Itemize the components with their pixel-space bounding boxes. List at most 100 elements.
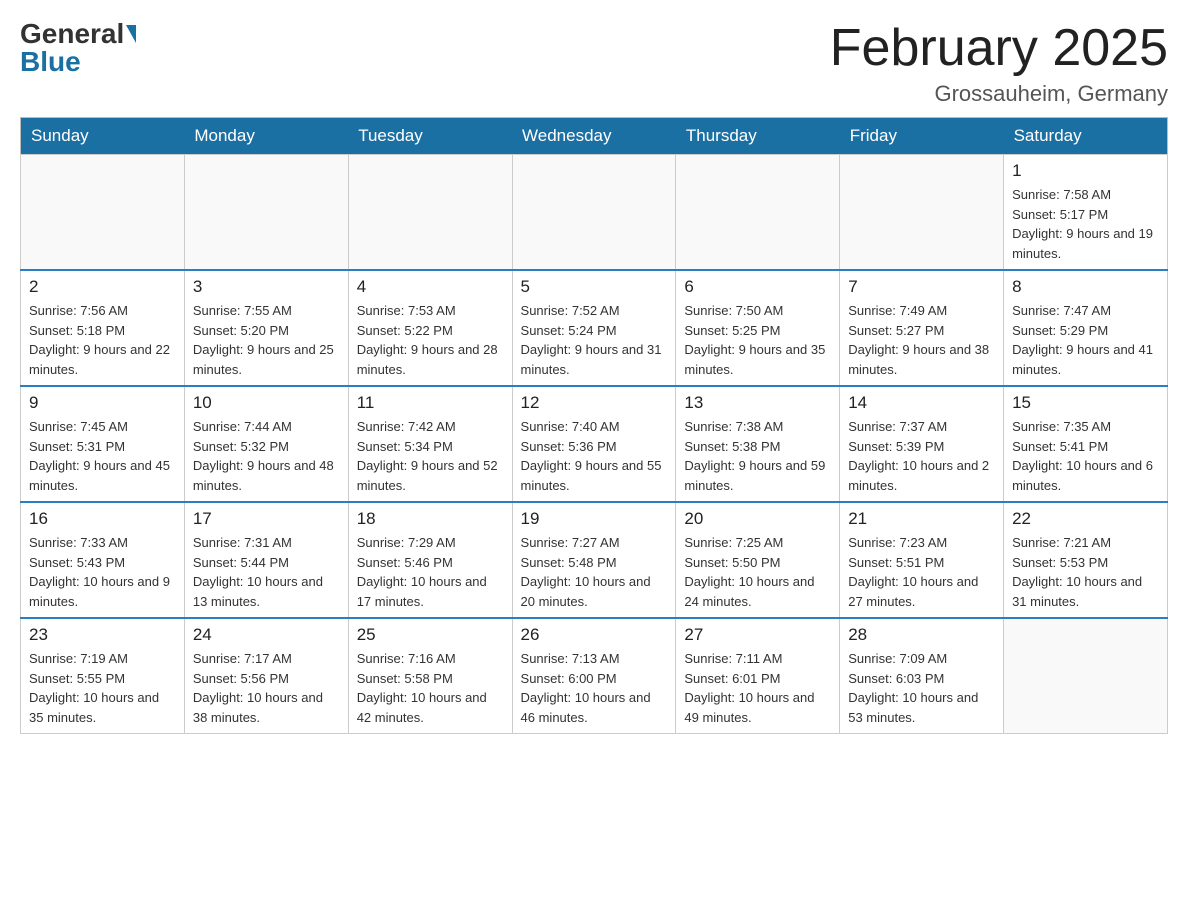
calendar-cell: 1 Sunrise: 7:58 AMSunset: 5:17 PMDaylight… <box>1004 155 1168 271</box>
calendar-cell <box>676 155 840 271</box>
calendar-header-sunday: Sunday <box>21 118 185 155</box>
calendar-header-thursday: Thursday <box>676 118 840 155</box>
calendar-header-saturday: Saturday <box>1004 118 1168 155</box>
calendar-cell <box>1004 618 1168 734</box>
day-info: Sunrise: 7:40 AMSunset: 5:36 PMDaylight:… <box>521 417 668 495</box>
calendar-week-row: 23 Sunrise: 7:19 AMSunset: 5:55 PMDayligh… <box>21 618 1168 734</box>
day-info: Sunrise: 7:29 AMSunset: 5:46 PMDaylight:… <box>357 533 504 611</box>
calendar-header-monday: Monday <box>184 118 348 155</box>
calendar-cell: 28 Sunrise: 7:09 AMSunset: 6:03 PMDayligh… <box>840 618 1004 734</box>
day-number: 25 <box>357 625 504 645</box>
day-number: 8 <box>1012 277 1159 297</box>
day-info: Sunrise: 7:11 AMSunset: 6:01 PMDaylight:… <box>684 649 831 727</box>
day-number: 18 <box>357 509 504 529</box>
day-number: 22 <box>1012 509 1159 529</box>
calendar-cell <box>840 155 1004 271</box>
day-number: 24 <box>193 625 340 645</box>
calendar-cell: 8 Sunrise: 7:47 AMSunset: 5:29 PMDaylight… <box>1004 270 1168 386</box>
calendar-cell: 12 Sunrise: 7:40 AMSunset: 5:36 PMDayligh… <box>512 386 676 502</box>
day-info: Sunrise: 7:35 AMSunset: 5:41 PMDaylight:… <box>1012 417 1159 495</box>
day-number: 3 <box>193 277 340 297</box>
day-info: Sunrise: 7:52 AMSunset: 5:24 PMDaylight:… <box>521 301 668 379</box>
calendar-cell: 23 Sunrise: 7:19 AMSunset: 5:55 PMDayligh… <box>21 618 185 734</box>
day-number: 14 <box>848 393 995 413</box>
day-info: Sunrise: 7:19 AMSunset: 5:55 PMDaylight:… <box>29 649 176 727</box>
day-number: 12 <box>521 393 668 413</box>
day-number: 1 <box>1012 161 1159 181</box>
calendar-cell: 7 Sunrise: 7:49 AMSunset: 5:27 PMDaylight… <box>840 270 1004 386</box>
day-number: 16 <box>29 509 176 529</box>
calendar-week-row: 2 Sunrise: 7:56 AMSunset: 5:18 PMDaylight… <box>21 270 1168 386</box>
day-info: Sunrise: 7:09 AMSunset: 6:03 PMDaylight:… <box>848 649 995 727</box>
day-number: 2 <box>29 277 176 297</box>
calendar-week-row: 9 Sunrise: 7:45 AMSunset: 5:31 PMDaylight… <box>21 386 1168 502</box>
day-info: Sunrise: 7:21 AMSunset: 5:53 PMDaylight:… <box>1012 533 1159 611</box>
calendar-cell: 10Sunrise: 7:44 AMSunset: 5:32 PMDayligh… <box>184 386 348 502</box>
day-number: 23 <box>29 625 176 645</box>
day-info: Sunrise: 7:31 AMSunset: 5:44 PMDaylight:… <box>193 533 340 611</box>
day-number: 15 <box>1012 393 1159 413</box>
day-info: Sunrise: 7:25 AMSunset: 5:50 PMDaylight:… <box>684 533 831 611</box>
calendar-cell: 15 Sunrise: 7:35 AMSunset: 5:41 PMDayligh… <box>1004 386 1168 502</box>
day-number: 4 <box>357 277 504 297</box>
calendar-cell: 25 Sunrise: 7:16 AMSunset: 5:58 PMDayligh… <box>348 618 512 734</box>
day-number: 10 <box>193 393 340 413</box>
day-info: Sunrise: 7:16 AMSunset: 5:58 PMDaylight:… <box>357 649 504 727</box>
day-info: Sunrise: 7:53 AMSunset: 5:22 PMDaylight:… <box>357 301 504 379</box>
calendar-cell: 17 Sunrise: 7:31 AMSunset: 5:44 PMDayligh… <box>184 502 348 618</box>
logo-blue-text: Blue <box>20 48 81 76</box>
calendar-cell: 4 Sunrise: 7:53 AMSunset: 5:22 PMDaylight… <box>348 270 512 386</box>
location-title: Grossauheim, Germany <box>830 81 1168 107</box>
calendar-cell: 24Sunrise: 7:17 AMSunset: 5:56 PMDayligh… <box>184 618 348 734</box>
day-info: Sunrise: 7:37 AMSunset: 5:39 PMDaylight:… <box>848 417 995 495</box>
calendar-cell: 19Sunrise: 7:27 AMSunset: 5:48 PMDayligh… <box>512 502 676 618</box>
day-number: 27 <box>684 625 831 645</box>
day-info: Sunrise: 7:45 AMSunset: 5:31 PMDaylight:… <box>29 417 176 495</box>
calendar-cell: 2 Sunrise: 7:56 AMSunset: 5:18 PMDaylight… <box>21 270 185 386</box>
day-info: Sunrise: 7:23 AMSunset: 5:51 PMDaylight:… <box>848 533 995 611</box>
day-info: Sunrise: 7:56 AMSunset: 5:18 PMDaylight:… <box>29 301 176 379</box>
day-number: 20 <box>684 509 831 529</box>
calendar-cell: 18 Sunrise: 7:29 AMSunset: 5:46 PMDayligh… <box>348 502 512 618</box>
day-number: 13 <box>684 393 831 413</box>
calendar-header-tuesday: Tuesday <box>348 118 512 155</box>
day-info: Sunrise: 7:33 AMSunset: 5:43 PMDaylight:… <box>29 533 176 611</box>
day-info: Sunrise: 7:50 AMSunset: 5:25 PMDaylight:… <box>684 301 831 379</box>
day-number: 21 <box>848 509 995 529</box>
day-info: Sunrise: 7:49 AMSunset: 5:27 PMDaylight:… <box>848 301 995 379</box>
title-block: February 2025 Grossauheim, Germany <box>830 20 1168 107</box>
day-number: 6 <box>684 277 831 297</box>
calendar-cell: 21 Sunrise: 7:23 AMSunset: 5:51 PMDayligh… <box>840 502 1004 618</box>
calendar-cell: 26Sunrise: 7:13 AMSunset: 6:00 PMDayligh… <box>512 618 676 734</box>
day-number: 11 <box>357 393 504 413</box>
day-info: Sunrise: 7:47 AMSunset: 5:29 PMDaylight:… <box>1012 301 1159 379</box>
calendar-week-row: 16 Sunrise: 7:33 AMSunset: 5:43 PMDayligh… <box>21 502 1168 618</box>
logo-triangle-icon <box>126 25 136 43</box>
day-number: 7 <box>848 277 995 297</box>
calendar-week-row: 1 Sunrise: 7:58 AMSunset: 5:17 PMDaylight… <box>21 155 1168 271</box>
day-number: 28 <box>848 625 995 645</box>
day-number: 5 <box>521 277 668 297</box>
calendar-cell <box>512 155 676 271</box>
calendar-cell: 11 Sunrise: 7:42 AMSunset: 5:34 PMDayligh… <box>348 386 512 502</box>
page-header: General Blue February 2025 Grossauheim, … <box>20 20 1168 107</box>
calendar-cell <box>348 155 512 271</box>
calendar-cell: 16 Sunrise: 7:33 AMSunset: 5:43 PMDayligh… <box>21 502 185 618</box>
calendar-cell: 27 Sunrise: 7:11 AMSunset: 6:01 PMDayligh… <box>676 618 840 734</box>
calendar-cell: 3 Sunrise: 7:55 AMSunset: 5:20 PMDaylight… <box>184 270 348 386</box>
calendar-table: SundayMondayTuesdayWednesdayThursdayFrid… <box>20 117 1168 734</box>
calendar-cell <box>184 155 348 271</box>
calendar-header-wednesday: Wednesday <box>512 118 676 155</box>
month-title: February 2025 <box>830 20 1168 77</box>
calendar-cell: 22 Sunrise: 7:21 AMSunset: 5:53 PMDayligh… <box>1004 502 1168 618</box>
day-info: Sunrise: 7:55 AMSunset: 5:20 PMDaylight:… <box>193 301 340 379</box>
day-number: 26 <box>521 625 668 645</box>
day-info: Sunrise: 7:38 AMSunset: 5:38 PMDaylight:… <box>684 417 831 495</box>
day-info: Sunrise: 7:42 AMSunset: 5:34 PMDaylight:… <box>357 417 504 495</box>
calendar-header-friday: Friday <box>840 118 1004 155</box>
day-info: Sunrise: 7:58 AMSunset: 5:17 PMDaylight:… <box>1012 185 1159 263</box>
calendar-cell <box>21 155 185 271</box>
calendar-cell: 20 Sunrise: 7:25 AMSunset: 5:50 PMDayligh… <box>676 502 840 618</box>
day-number: 9 <box>29 393 176 413</box>
day-number: 17 <box>193 509 340 529</box>
